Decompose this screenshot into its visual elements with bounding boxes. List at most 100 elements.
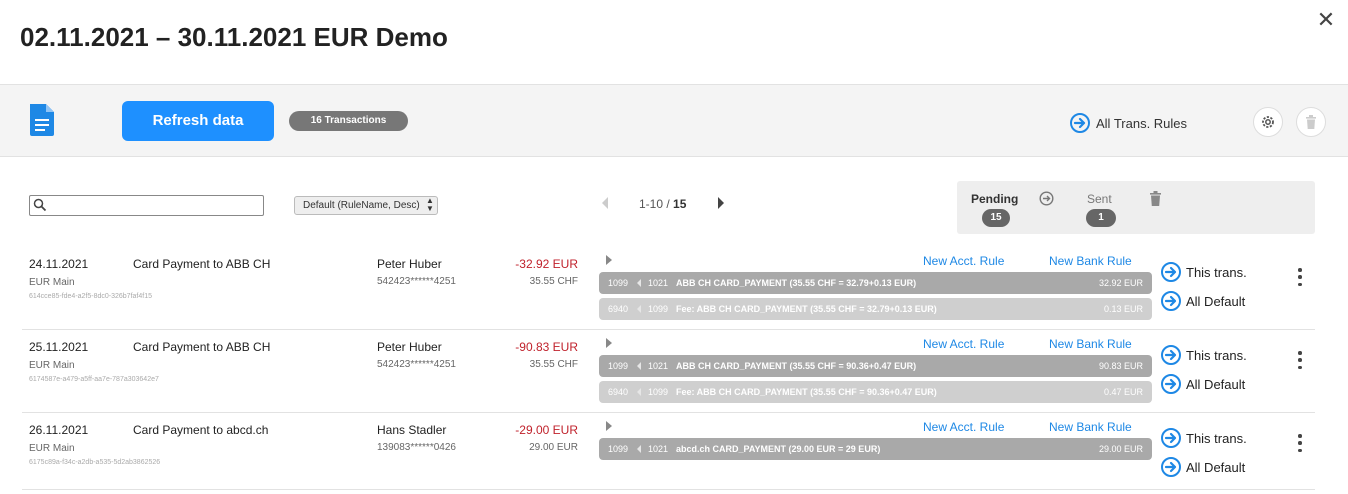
search-icon bbox=[33, 198, 47, 212]
arrow-left-icon bbox=[637, 388, 641, 396]
booking-description: abcd.ch CARD_PAYMENT (29.00 EUR = 29 EUR… bbox=[676, 444, 881, 454]
pagination-total: 15 bbox=[673, 197, 687, 211]
account-name: EUR Main bbox=[29, 277, 75, 288]
credit-account: 1099 bbox=[648, 387, 669, 397]
previous-page-icon[interactable] bbox=[600, 196, 610, 210]
booking-bar[interactable]: 1099 1021 ABB CH CARD_PAYMENT (35.55 CHF… bbox=[599, 355, 1152, 377]
booking-amount: 0.47 EUR bbox=[1103, 387, 1143, 397]
debit-account: 1099 bbox=[608, 361, 629, 371]
booking-description: ABB CH CARD_PAYMENT (35.55 CHF = 90.36+0… bbox=[676, 361, 917, 371]
booking-amount: 0.13 EUR bbox=[1103, 304, 1143, 314]
counterparty-name: Peter Huber bbox=[377, 257, 442, 271]
transaction-id: 6174587e-a479-a5ff-aa7e-787a303642e7 bbox=[29, 376, 159, 383]
debit-account: 1099 bbox=[608, 444, 629, 454]
gear-icon bbox=[1262, 116, 1274, 128]
pagination-range: 1-10 / bbox=[639, 197, 674, 211]
select-caret-icon: ▲ ▼ bbox=[426, 196, 434, 213]
arrow-left-icon bbox=[637, 279, 641, 287]
new-acct-rule-link[interactable]: New Acct. Rule bbox=[923, 337, 1004, 351]
sent-label[interactable]: Sent bbox=[1087, 192, 1112, 206]
sort-select[interactable]: Default (RuleName, Desc) bbox=[294, 196, 438, 215]
transaction-description: Card Payment to abcd.ch bbox=[133, 423, 269, 437]
row-divider bbox=[22, 489, 1315, 490]
arrow-right-circle-icon bbox=[1161, 345, 1181, 365]
status-filter-panel bbox=[957, 181, 1315, 234]
trash-button[interactable] bbox=[1149, 191, 1162, 211]
new-acct-rule-link[interactable]: New Acct. Rule bbox=[923, 420, 1004, 434]
account-name: EUR Main bbox=[29, 443, 75, 454]
more-options-icon[interactable] bbox=[1297, 268, 1303, 286]
pending-label[interactable]: Pending bbox=[971, 192, 1018, 206]
arrow-right-circle-icon bbox=[1161, 457, 1181, 477]
original-amount: 29.00 EUR bbox=[529, 442, 578, 453]
this-trans-rule-button[interactable]: This trans. bbox=[1161, 262, 1247, 282]
this-trans-label: This trans. bbox=[1186, 347, 1247, 363]
card-number: 542423******4251 bbox=[377, 359, 456, 370]
all-default-rule-button[interactable]: All Default bbox=[1161, 374, 1245, 394]
search-input[interactable] bbox=[29, 195, 264, 216]
transaction-amount: -90.83 EUR bbox=[515, 340, 578, 354]
arrow-right-circle-icon bbox=[1161, 262, 1181, 282]
original-amount: 35.55 CHF bbox=[529, 359, 578, 370]
arrow-right-circle-icon bbox=[1039, 191, 1054, 206]
transaction-date: 26.11.2021 bbox=[29, 423, 89, 437]
this-trans-rule-button[interactable]: This trans. bbox=[1161, 345, 1247, 365]
this-trans-label: This trans. bbox=[1186, 430, 1247, 446]
credit-account: 1021 bbox=[648, 278, 669, 288]
booking-amount: 32.92 EUR bbox=[1098, 278, 1143, 288]
booking-bar[interactable]: 1099 1021 abcd.ch CARD_PAYMENT (29.00 EU… bbox=[599, 438, 1152, 460]
new-bank-rule-link[interactable]: New Bank Rule bbox=[1049, 254, 1132, 268]
original-amount: 35.55 CHF bbox=[529, 276, 578, 287]
credit-account: 1021 bbox=[648, 444, 669, 454]
row-divider bbox=[22, 329, 1315, 330]
all-trans-rules-label: All Trans. Rules bbox=[1096, 115, 1188, 131]
next-page-icon[interactable] bbox=[716, 196, 726, 210]
settings-button[interactable] bbox=[1253, 107, 1283, 137]
card-number: 139083******0426 bbox=[377, 442, 456, 453]
debit-account: 1099 bbox=[608, 278, 629, 288]
counterparty-name: Hans Stadler bbox=[377, 423, 447, 437]
transaction-id: 6175c89a-f34c-a2db-a535-5d2ab3862526 bbox=[29, 459, 161, 466]
new-bank-rule-link[interactable]: New Bank Rule bbox=[1049, 420, 1132, 434]
credit-account: 1099 bbox=[648, 304, 669, 314]
debit-account: 6940 bbox=[608, 387, 629, 397]
expand-triangle-icon[interactable] bbox=[606, 421, 612, 431]
more-options-icon[interactable] bbox=[1297, 351, 1303, 369]
more-options-icon[interactable] bbox=[1297, 434, 1303, 452]
page-title: 02.11.2021 – 30.11.2021 EUR Demo bbox=[20, 22, 448, 52]
trash-icon bbox=[1306, 115, 1316, 129]
booking-description: Fee: ABB CH CARD_PAYMENT (35.55 CHF = 90… bbox=[676, 387, 937, 397]
booking-amount: 29.00 EUR bbox=[1098, 444, 1143, 454]
pending-count-badge: 15 bbox=[982, 209, 1010, 227]
account-name: EUR Main bbox=[29, 360, 75, 371]
send-button[interactable] bbox=[1039, 191, 1054, 211]
booking-description: Fee: ABB CH CARD_PAYMENT (35.55 CHF = 32… bbox=[676, 304, 937, 314]
transaction-id: 614cce85-fde4-a2f5-8dc0-326b7faf4f15 bbox=[29, 293, 152, 300]
credit-account: 1021 bbox=[648, 361, 669, 371]
delete-button[interactable] bbox=[1296, 107, 1326, 137]
new-bank-rule-link[interactable]: New Bank Rule bbox=[1049, 337, 1132, 351]
all-default-label: All Default bbox=[1186, 376, 1246, 392]
expand-triangle-icon[interactable] bbox=[606, 338, 612, 348]
expand-triangle-icon[interactable] bbox=[606, 255, 612, 265]
transaction-amount: -29.00 EUR bbox=[515, 423, 578, 437]
card-number: 542423******4251 bbox=[377, 276, 456, 287]
refresh-data-button[interactable]: Refresh data bbox=[122, 101, 274, 141]
pagination-text: 1-10 / 15 bbox=[639, 197, 686, 211]
all-default-label: All Default bbox=[1186, 293, 1246, 309]
booking-amount: 90.83 EUR bbox=[1098, 361, 1143, 371]
all-trans-rules-button[interactable]: All Trans. Rules bbox=[1070, 113, 1187, 133]
close-icon[interactable]: ✕ bbox=[1316, 9, 1336, 31]
all-default-rule-button[interactable]: All Default bbox=[1161, 291, 1245, 311]
booking-bar[interactable]: 6940 1099 Fee: ABB CH CARD_PAYMENT (35.5… bbox=[599, 298, 1152, 320]
all-default-rule-button[interactable]: All Default bbox=[1161, 457, 1245, 477]
arrow-right-circle-icon bbox=[1161, 428, 1181, 448]
transaction-description: Card Payment to ABB CH bbox=[133, 340, 271, 354]
document-icon[interactable] bbox=[28, 104, 56, 136]
booking-bar[interactable]: 6940 1099 Fee: ABB CH CARD_PAYMENT (35.5… bbox=[599, 381, 1152, 403]
booking-bar[interactable]: 1099 1021 ABB CH CARD_PAYMENT (35.55 CHF… bbox=[599, 272, 1152, 294]
this-trans-rule-button[interactable]: This trans. bbox=[1161, 428, 1247, 448]
new-acct-rule-link[interactable]: New Acct. Rule bbox=[923, 254, 1004, 268]
arrow-left-icon bbox=[637, 305, 641, 313]
transactions-count-badge: 16 Transactions bbox=[289, 111, 408, 131]
